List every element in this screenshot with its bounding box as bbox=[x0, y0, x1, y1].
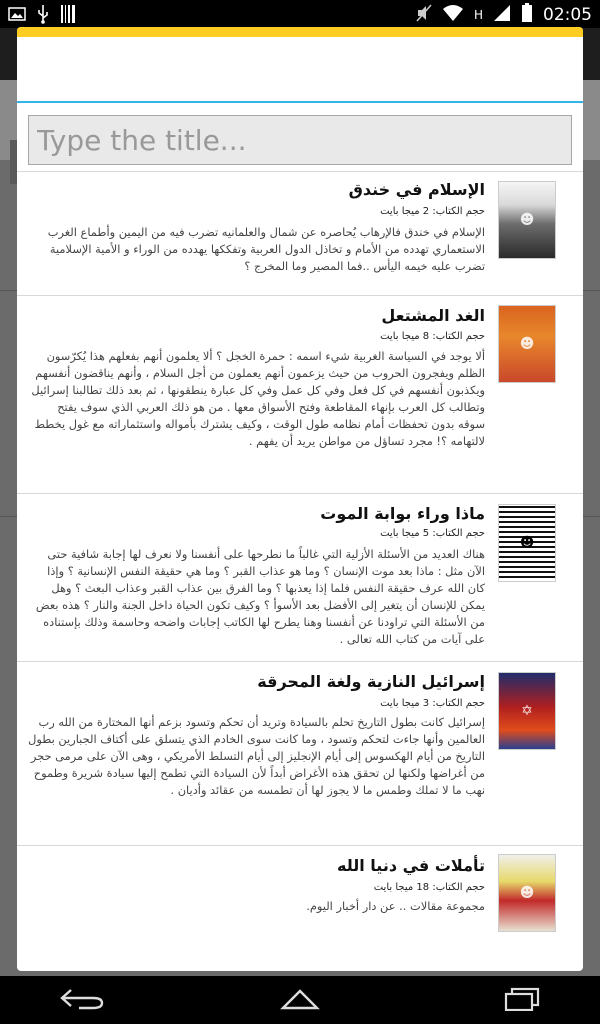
book-size: حجم الكتاب: 3 ميجا بايت bbox=[380, 698, 485, 709]
book-size: حجم الكتاب: 2 ميجا بايت bbox=[380, 206, 485, 217]
book-item[interactable]: ☻ ماذا وراء بوابة الموت حجم الكتاب: 5 مي… bbox=[17, 493, 583, 661]
book-cover-image: ☻ bbox=[498, 504, 556, 582]
book-cover-image: ☻ bbox=[498, 305, 556, 383]
book-size: حجم الكتاب: 8 ميجا بايت bbox=[380, 331, 485, 342]
book-list[interactable]: ☻ الإسلام في خندق حجم الكتاب: 2 ميجا باي… bbox=[17, 171, 583, 971]
search-area bbox=[17, 103, 583, 171]
book-description: إسرائيل كانت بطول التاريخ تحلم بالسيادة … bbox=[28, 715, 485, 797]
recent-apps-icon bbox=[504, 987, 540, 1015]
book-item[interactable]: ☻ تأملات في دنيا الله حجم الكتاب: 18 ميج… bbox=[17, 845, 583, 945]
usb-icon bbox=[36, 4, 50, 28]
barcode-icon bbox=[60, 4, 76, 28]
battery-icon bbox=[521, 3, 533, 27]
book-item[interactable]: ✡ إسرائيل النازية ولغة المحرقة حجم الكتا… bbox=[17, 661, 583, 845]
title-search-input[interactable] bbox=[28, 115, 572, 165]
clock: 02:05 bbox=[543, 5, 592, 25]
book-search-dialog: ☻ الإسلام في خندق حجم الكتاب: 2 ميجا باي… bbox=[17, 27, 583, 971]
home-icon bbox=[280, 988, 320, 1014]
book-size: حجم الكتاب: 5 ميجا بايت bbox=[380, 528, 485, 539]
back-button[interactable] bbox=[52, 986, 112, 1016]
book-cover-image: ☻ bbox=[498, 854, 556, 932]
book-title: ماذا وراء بوابة الموت bbox=[320, 504, 485, 523]
status-bar: H 02:05 bbox=[0, 0, 600, 28]
back-icon bbox=[59, 987, 105, 1015]
book-title: الإسلام في خندق bbox=[348, 180, 485, 199]
dialog-accent-bar bbox=[17, 27, 583, 37]
navigation-bar bbox=[0, 976, 600, 1024]
dialog-title-area bbox=[17, 37, 583, 101]
wifi-icon bbox=[442, 4, 464, 26]
book-title: الغد المشتعل bbox=[381, 306, 485, 325]
book-description: الإسلام في خندق فالإرهاب يُحاصره عن شمال… bbox=[47, 225, 485, 273]
image-icon bbox=[8, 6, 26, 26]
network-type: H bbox=[473, 8, 483, 22]
signal-icon bbox=[493, 4, 511, 26]
book-title: تأملات في دنيا الله bbox=[336, 856, 485, 875]
book-size: حجم الكتاب: 18 ميجا بايت bbox=[373, 882, 485, 893]
book-item[interactable]: ☻ الغد المشتعل حجم الكتاب: 8 ميجا بايت أ… bbox=[17, 295, 583, 493]
book-description: ألا يوجد في السياسة الغربية شيء اسمه : ح… bbox=[31, 349, 485, 448]
no-sound-icon bbox=[416, 4, 432, 26]
book-description: مجموعة مقالات .. عن دار أخبار اليوم. bbox=[306, 899, 485, 913]
book-title: إسرائيل النازية ولغة المحرقة bbox=[257, 672, 485, 691]
home-button[interactable] bbox=[270, 986, 330, 1016]
book-item[interactable]: ☻ الإسلام في خندق حجم الكتاب: 2 ميجا باي… bbox=[17, 171, 583, 295]
book-cover-image: ✡ bbox=[498, 672, 556, 750]
recent-apps-button[interactable] bbox=[492, 986, 552, 1016]
book-cover-image: ☻ bbox=[498, 181, 556, 259]
book-description: هناك العديد من الأسئلة الأزلية التي غالب… bbox=[35, 547, 485, 646]
